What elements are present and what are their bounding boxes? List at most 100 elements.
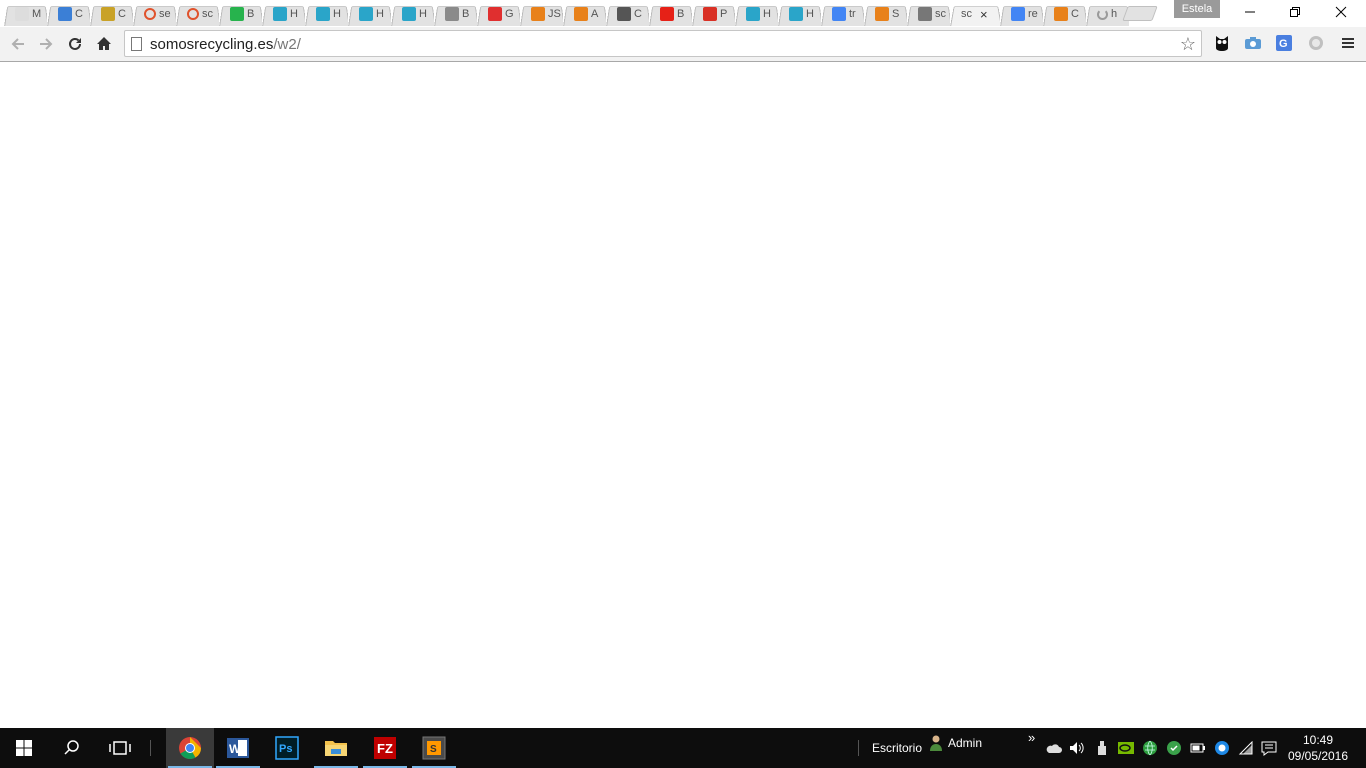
bookmark-star-icon[interactable]: ☆ [1178, 34, 1198, 54]
show-more-chevron-icon[interactable]: » [1028, 730, 1035, 745]
toolbar-separator [858, 740, 859, 756]
restore-button[interactable] [1272, 0, 1317, 24]
tab-label: A [591, 8, 599, 20]
close-window-button[interactable] [1318, 0, 1363, 24]
tab[interactable]: C [1043, 2, 1086, 26]
minimize-button[interactable] [1227, 0, 1272, 24]
address-bar[interactable]: somosrecycling.es/w2/ ☆ [124, 30, 1202, 57]
search-button[interactable] [48, 728, 96, 768]
url-path: /w2/ [273, 36, 301, 53]
tab[interactable]: B [219, 2, 262, 26]
tab[interactable]: H [348, 2, 391, 26]
tab[interactable]: C [90, 2, 133, 26]
forward-button[interactable] [34, 32, 58, 56]
tab[interactable]: H [391, 2, 434, 26]
tab[interactable]: JS [520, 2, 563, 26]
tab[interactable]: sc [176, 2, 219, 26]
globe-extension-icon[interactable] [1306, 33, 1326, 53]
snowflake-icon [359, 7, 373, 21]
tab-label: B [247, 8, 255, 20]
clock-time: 10:49 [1302, 733, 1334, 747]
back-button[interactable] [6, 32, 30, 56]
tab-label: C [634, 8, 642, 20]
tab[interactable]: B [434, 2, 477, 26]
flag-icon [445, 7, 459, 21]
drive-folder-icon [101, 7, 115, 21]
tab-label: C [1071, 8, 1079, 20]
owl-extension-icon[interactable] [1212, 33, 1232, 53]
tab[interactable]: B [649, 2, 692, 26]
word-taskbar-app[interactable]: W [214, 728, 262, 768]
tab-label: B [462, 8, 470, 20]
tab-label: H [806, 8, 814, 20]
filezilla-taskbar-app[interactable]: FZ [361, 728, 409, 768]
onedrive-icon[interactable] [1046, 740, 1062, 756]
bicycle-icon [918, 7, 932, 21]
home-button[interactable] [92, 32, 116, 56]
camera-extension-icon[interactable] [1243, 33, 1263, 53]
sublime-taskbar-app[interactable]: S [410, 728, 458, 768]
tab-close-icon[interactable]: × [980, 7, 988, 22]
ring-icon [144, 8, 156, 20]
user-label[interactable]: Admin [948, 736, 982, 750]
tab[interactable]: H [262, 2, 305, 26]
start-button[interactable] [0, 728, 48, 768]
tab[interactable]: tr [821, 2, 864, 26]
svg-text:S: S [430, 744, 437, 755]
tab[interactable]: re [1000, 2, 1043, 26]
tab[interactable]: C [606, 2, 649, 26]
joomla-icon [574, 7, 588, 21]
tab[interactable]: h [1086, 2, 1129, 26]
desktop-toolbar-label[interactable]: Escritorio [872, 741, 922, 755]
file-explorer-taskbar-app[interactable] [312, 728, 360, 768]
task-view-icon [109, 741, 131, 755]
tab[interactable]: C [47, 2, 90, 26]
tab[interactable]: S [864, 2, 907, 26]
profile-button[interactable]: Estela [1174, 0, 1220, 18]
youtube-icon [660, 7, 674, 21]
wifi-icon[interactable] [1238, 740, 1254, 756]
tab[interactable]: sc [907, 2, 950, 26]
joomla-icon [531, 7, 545, 21]
tab-label: JS [548, 8, 561, 20]
menu-button[interactable] [1338, 33, 1358, 53]
tab-active[interactable]: sc × [950, 2, 1000, 26]
joomla-icon [875, 7, 889, 21]
vpn-shield-icon[interactable] [1214, 740, 1230, 756]
tab[interactable]: H [778, 2, 821, 26]
nvidia-icon[interactable] [1118, 740, 1134, 756]
tabs-container: M C Cse sc B H H H H B G JS A C B P H Htr Ssc sc × re Ch [4, 2, 1129, 27]
tab[interactable]: G [477, 2, 520, 26]
google-translate-icon[interactable]: G [1274, 33, 1294, 53]
chrome-taskbar-app[interactable] [166, 728, 214, 768]
volume-icon[interactable] [1069, 740, 1085, 756]
action-center-icon[interactable] [1261, 740, 1277, 756]
tab[interactable]: P [692, 2, 735, 26]
tab[interactable]: H [305, 2, 348, 26]
tab-strip: M C Cse sc B H H H H B G JS A C B P H Htr Ssc sc × re Ch Estel… [0, 0, 1366, 27]
photoshop-taskbar-app[interactable]: Ps [263, 728, 311, 768]
new-tab-button[interactable] [1122, 6, 1158, 21]
gmail-icon [703, 7, 717, 21]
tab-label: C [75, 8, 83, 20]
task-view-button[interactable] [96, 728, 144, 768]
url-host: somosrecycling.es [150, 36, 274, 53]
svg-text:Ps: Ps [279, 743, 292, 755]
usb-device-icon[interactable] [1094, 740, 1110, 756]
sync-status-icon[interactable] [1166, 740, 1182, 756]
tab[interactable]: M [4, 2, 47, 26]
battery-icon[interactable] [1190, 740, 1206, 756]
reload-button[interactable] [63, 32, 87, 56]
tab-label: re [1028, 8, 1038, 20]
tab-label: B [677, 8, 685, 20]
url-text[interactable]: somosrecycling.es/w2/ [150, 36, 301, 53]
snowflake-icon [789, 7, 803, 21]
clock[interactable]: 10:49 09/05/2016 [1282, 732, 1354, 764]
tab-label: sc [935, 8, 946, 20]
globe-status-icon[interactable] [1142, 740, 1158, 756]
joomla-icon [1054, 7, 1068, 21]
tab[interactable]: A [563, 2, 606, 26]
tab[interactable]: se [133, 2, 176, 26]
browser-toolbar: somosrecycling.es/w2/ ☆ G [0, 27, 1366, 61]
tab[interactable]: H [735, 2, 778, 26]
